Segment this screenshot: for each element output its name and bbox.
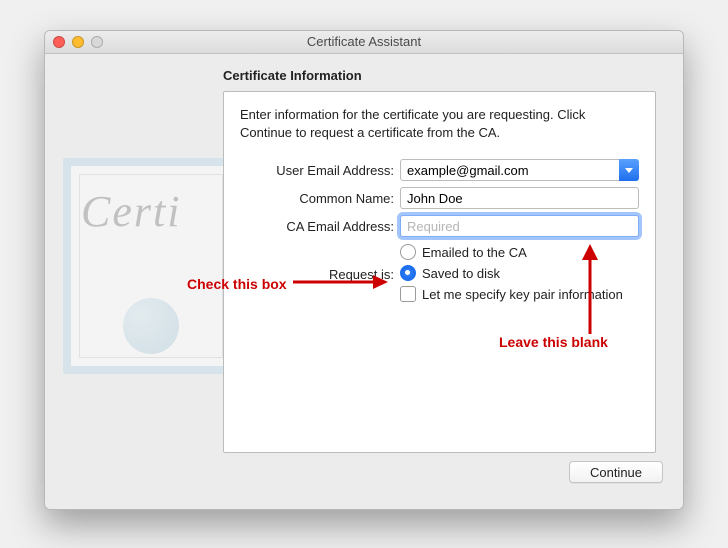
- option-emailed-label: Emailed to the CA: [422, 245, 527, 260]
- request-is-label: Request is:: [240, 267, 400, 282]
- row-user-email: User Email Address:: [240, 159, 639, 181]
- chevron-down-icon[interactable]: [619, 159, 639, 181]
- option-emailed-to-ca[interactable]: Emailed to the CA: [400, 243, 639, 261]
- traffic-lights: [53, 36, 103, 48]
- content-area: Certi Certificate Information Enter info…: [45, 54, 683, 510]
- request-is-options: Emailed to the CA Saved to disk Let me s…: [400, 243, 639, 306]
- radio-icon[interactable]: [400, 244, 416, 260]
- close-icon[interactable]: [53, 36, 65, 48]
- row-common-name: Common Name:: [240, 187, 639, 209]
- common-name-label: Common Name:: [240, 191, 400, 206]
- main-panel: Certificate Information Enter informatio…: [223, 64, 663, 483]
- option-specify-key-pair[interactable]: Let me specify key pair information: [400, 285, 639, 303]
- intro-text: Enter information for the certificate yo…: [240, 106, 639, 141]
- ca-email-input[interactable]: [400, 215, 639, 237]
- certificate-seal-icon: [123, 298, 179, 354]
- button-row: Continue: [223, 461, 663, 483]
- ca-email-label: CA Email Address:: [240, 219, 400, 234]
- user-email-combobox[interactable]: [400, 159, 639, 181]
- row-request-is: Request is: Emailed to the CA Saved to d…: [240, 243, 639, 306]
- checkbox-icon[interactable]: [400, 286, 416, 302]
- option-specify-label: Let me specify key pair information: [422, 287, 623, 302]
- certificate-assistant-window: Certificate Assistant Certi Certificate …: [44, 30, 684, 510]
- window-title: Certificate Assistant: [307, 34, 421, 49]
- minimize-icon[interactable]: [72, 36, 84, 48]
- page-title: Certificate Information: [223, 68, 663, 83]
- certificate-script-text: Certi: [81, 186, 181, 237]
- titlebar: Certificate Assistant: [45, 31, 683, 54]
- info-panel: Enter information for the certificate yo…: [223, 91, 656, 453]
- option-saved-label: Saved to disk: [422, 266, 500, 281]
- radio-icon[interactable]: [400, 265, 416, 281]
- certificate-illustration: Certi: [63, 158, 239, 374]
- user-email-label: User Email Address:: [240, 163, 400, 178]
- common-name-input[interactable]: [400, 187, 639, 209]
- row-ca-email: CA Email Address:: [240, 215, 639, 237]
- user-email-input[interactable]: [400, 159, 639, 181]
- continue-button[interactable]: Continue: [569, 461, 663, 483]
- maximize-icon: [91, 36, 103, 48]
- option-saved-to-disk[interactable]: Saved to disk: [400, 264, 639, 282]
